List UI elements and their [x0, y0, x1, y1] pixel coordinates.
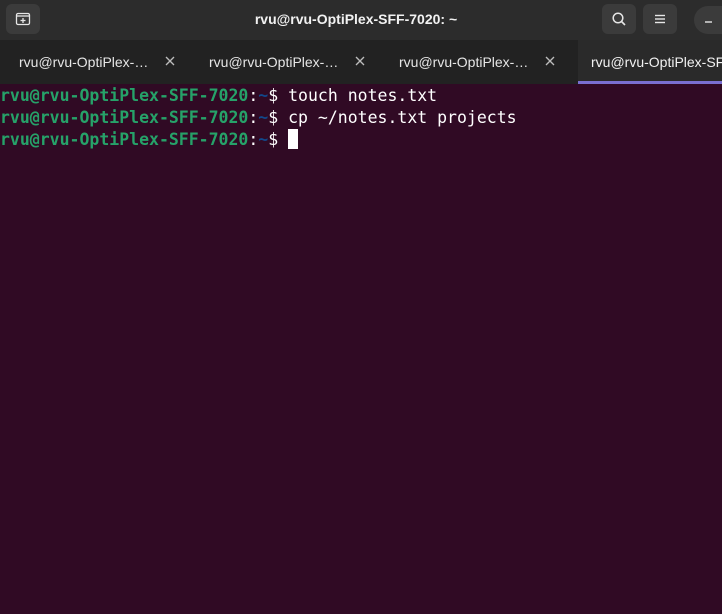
- prompt-dollar: $: [268, 86, 289, 105]
- terminal-line: rvu@rvu-OptiPlex-SFF-7020:~$ cp ~/notes.…: [0, 107, 517, 129]
- terminal-line: rvu@rvu-OptiPlex-SFF-7020:~$ touch notes…: [0, 85, 437, 107]
- prompt-colon: :: [248, 108, 259, 127]
- search-button[interactable]: [602, 4, 636, 34]
- window-title: rvu@rvu-OptiPlex-SFF-7020: ~: [254, 11, 458, 27]
- prompt-colon: :: [248, 86, 259, 105]
- minimize-button[interactable]: [694, 6, 722, 34]
- tab-4-active[interactable]: rvu@rvu-OptiPlex-SFF-7020: ~: [578, 40, 722, 84]
- close-icon[interactable]: [164, 55, 176, 67]
- search-icon: [612, 12, 626, 26]
- hamburger-menu-icon: [655, 14, 665, 24]
- command-text: touch notes.txt: [288, 86, 438, 105]
- command-text: cp ~/notes.txt projects: [288, 108, 517, 127]
- new-tab-icon: [15, 12, 31, 26]
- terminal-output[interactable]: rvu@rvu-OptiPlex-SFF-7020:~$ touch notes…: [0, 84, 722, 614]
- prompt-user: rvu@rvu-OptiPlex-SFF-7020: [0, 86, 249, 105]
- menu-button[interactable]: [643, 4, 677, 34]
- tab-bar: rvu@rvu-OptiPlex-SFF-7020: ~ rvu@rvu-Opt…: [0, 40, 722, 84]
- terminal-line: rvu@rvu-OptiPlex-SFF-7020:~$: [0, 129, 299, 151]
- minimize-icon: [705, 21, 712, 23]
- tab-label: rvu@rvu-OptiPlex-SFF-7020: ~: [399, 54, 529, 70]
- prompt-path: ~: [258, 108, 269, 127]
- new-tab-button[interactable]: [6, 4, 40, 34]
- tab-label: rvu@rvu-OptiPlex-SFF-7020: ~: [19, 54, 149, 70]
- prompt-user: rvu@rvu-OptiPlex-SFF-7020: [0, 130, 249, 149]
- prompt-user: rvu@rvu-OptiPlex-SFF-7020: [0, 108, 249, 127]
- tab-3[interactable]: rvu@rvu-OptiPlex-SFF-7020: ~: [380, 40, 570, 84]
- tab-label: rvu@rvu-OptiPlex-SFF-7020: ~: [209, 54, 339, 70]
- header-bar: rvu@rvu-OptiPlex-SFF-7020: ~: [0, 0, 722, 40]
- prompt-path: ~: [258, 86, 269, 105]
- prompt-colon: :: [248, 130, 259, 149]
- tab-label: rvu@rvu-OptiPlex-SFF-7020: ~: [591, 54, 722, 70]
- terminal-window: rvu@rvu-OptiPlex-SFF-7020: ~ rvu@rvu-Opt…: [0, 0, 722, 614]
- prompt-dollar: $: [268, 130, 289, 149]
- tab-1[interactable]: rvu@rvu-OptiPlex-SFF-7020: ~: [0, 40, 190, 84]
- prompt-path: ~: [258, 130, 269, 149]
- text-cursor: [288, 129, 299, 149]
- tab-2[interactable]: rvu@rvu-OptiPlex-SFF-7020: ~: [190, 40, 380, 84]
- close-icon[interactable]: [354, 55, 366, 67]
- close-icon[interactable]: [544, 55, 556, 67]
- prompt-dollar: $: [268, 108, 289, 127]
